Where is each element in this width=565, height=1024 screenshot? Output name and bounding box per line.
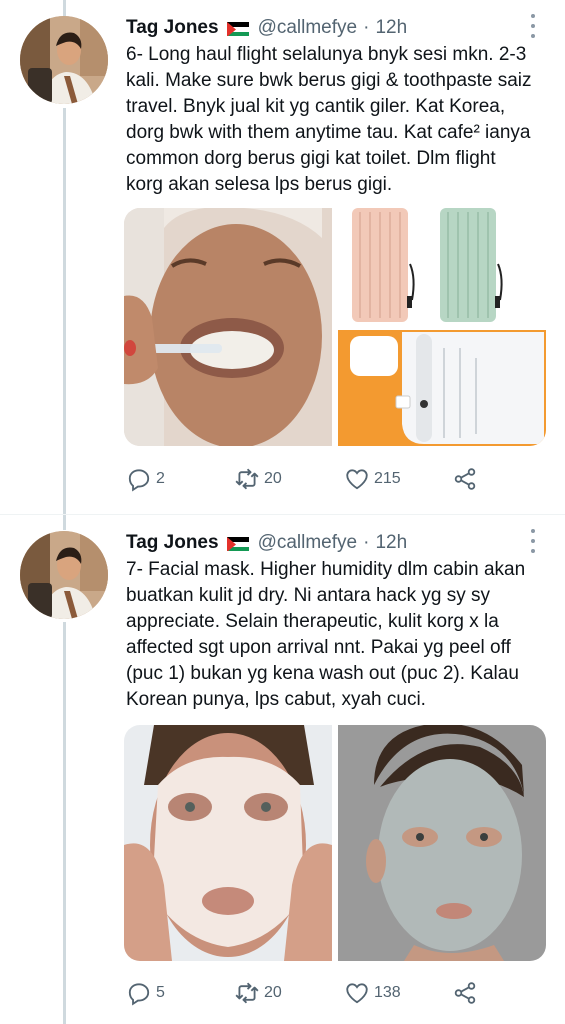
tweet[interactable]: Tag Jones @callmefye · 12h 7- Facial mas… bbox=[0, 515, 565, 1024]
timestamp[interactable]: 12h bbox=[375, 17, 407, 39]
like-count: 215 bbox=[374, 470, 401, 487]
like-button[interactable]: 215 bbox=[344, 464, 401, 494]
timestamp[interactable]: 12h bbox=[375, 532, 407, 554]
heart-icon bbox=[346, 983, 368, 1004]
tweet-text-line: dorg bwk with them anytime tau. Kat cafe… bbox=[126, 122, 531, 143]
avatar[interactable] bbox=[20, 531, 108, 619]
reply-count: 2 bbox=[156, 470, 165, 487]
media-grid bbox=[124, 208, 546, 446]
avatar-photo bbox=[20, 531, 108, 619]
more-options-icon[interactable] bbox=[529, 529, 537, 553]
reply-icon bbox=[128, 469, 150, 492]
author-handle[interactable]: @callmefye bbox=[258, 532, 358, 554]
retweet-button[interactable]: 20 bbox=[234, 464, 282, 494]
tweet-text-line: kali. Make sure bwk berus gigi & toothpa… bbox=[126, 70, 532, 91]
reply-count: 5 bbox=[156, 984, 165, 1001]
tweet-text-line: 7- Facial mask. Higher humidity dlm cabi… bbox=[126, 559, 526, 580]
author-name[interactable]: Tag Jones bbox=[126, 17, 219, 39]
media-photo[interactable] bbox=[338, 208, 546, 326]
share-icon bbox=[454, 982, 476, 1004]
like-count: 138 bbox=[374, 984, 401, 1001]
tweet-text-line: (puc 1) bukan yg kena wash out (puc 2). … bbox=[126, 663, 519, 684]
media-photo[interactable] bbox=[338, 330, 546, 446]
heart-icon bbox=[346, 469, 368, 490]
share-button[interactable] bbox=[452, 978, 482, 1008]
tweet-text-line: affected sgt upon arrival nnt. Pakai yg … bbox=[126, 637, 511, 658]
palestine-flag-icon bbox=[226, 21, 249, 36]
media-photo[interactable] bbox=[124, 725, 332, 961]
more-options-icon[interactable] bbox=[529, 14, 537, 38]
tweet-actions: 5 20 138 bbox=[126, 978, 546, 1008]
tweet-text: 6- Long haul flight selalunya bnyk sesi … bbox=[126, 42, 546, 198]
media-photo[interactable] bbox=[338, 725, 546, 961]
share-button[interactable] bbox=[452, 464, 482, 494]
retweet-icon bbox=[235, 982, 259, 1004]
tweet-text-line: appreciate. Selain therapeutic, kulit ko… bbox=[126, 611, 499, 632]
palestine-flag-icon bbox=[226, 536, 249, 551]
tweet[interactable]: Tag Jones @callmefye · 12h 6- Long haul … bbox=[0, 0, 565, 515]
tweet-text-line: 6- Long haul flight selalunya bnyk sesi … bbox=[126, 44, 527, 65]
reply-icon bbox=[128, 983, 150, 1006]
author-handle[interactable]: @callmefye bbox=[258, 17, 358, 39]
tweet-text-line: buatkan kulit jd dry. Ni antara hack yg … bbox=[126, 585, 490, 606]
separator-dot: · bbox=[363, 532, 370, 553]
like-button[interactable]: 138 bbox=[344, 978, 401, 1008]
tweet-header: Tag Jones @callmefye · 12h bbox=[126, 14, 407, 42]
tweet-text-line: Korean punya, lps cabut, xyah cuci. bbox=[126, 689, 426, 710]
tweet-text-line: common dorg berus gigi kat toilet. Dlm f… bbox=[126, 148, 496, 169]
author-name[interactable]: Tag Jones bbox=[126, 532, 219, 554]
retweet-count: 20 bbox=[264, 984, 282, 1001]
retweet-count: 20 bbox=[264, 470, 282, 487]
avatar[interactable] bbox=[20, 16, 108, 104]
reply-button[interactable]: 5 bbox=[126, 978, 165, 1008]
tweet-text-line: travel. Bnyk jual kit yg cantik giler. K… bbox=[126, 96, 506, 117]
separator-dot: · bbox=[363, 17, 370, 38]
tweet-text: 7- Facial mask. Higher humidity dlm cabi… bbox=[126, 557, 546, 713]
tweet-text-line: korg akan selesa lps berus gigi. bbox=[126, 174, 393, 195]
share-icon bbox=[454, 468, 476, 490]
tweet-actions: 2 20 215 bbox=[126, 464, 546, 494]
avatar-photo bbox=[20, 16, 108, 104]
media-grid bbox=[124, 725, 546, 961]
retweet-button[interactable]: 20 bbox=[234, 978, 282, 1008]
tweet-header: Tag Jones @callmefye · 12h bbox=[126, 529, 407, 557]
retweet-icon bbox=[235, 468, 259, 490]
reply-button[interactable]: 2 bbox=[126, 464, 165, 494]
media-photo[interactable] bbox=[124, 208, 332, 446]
